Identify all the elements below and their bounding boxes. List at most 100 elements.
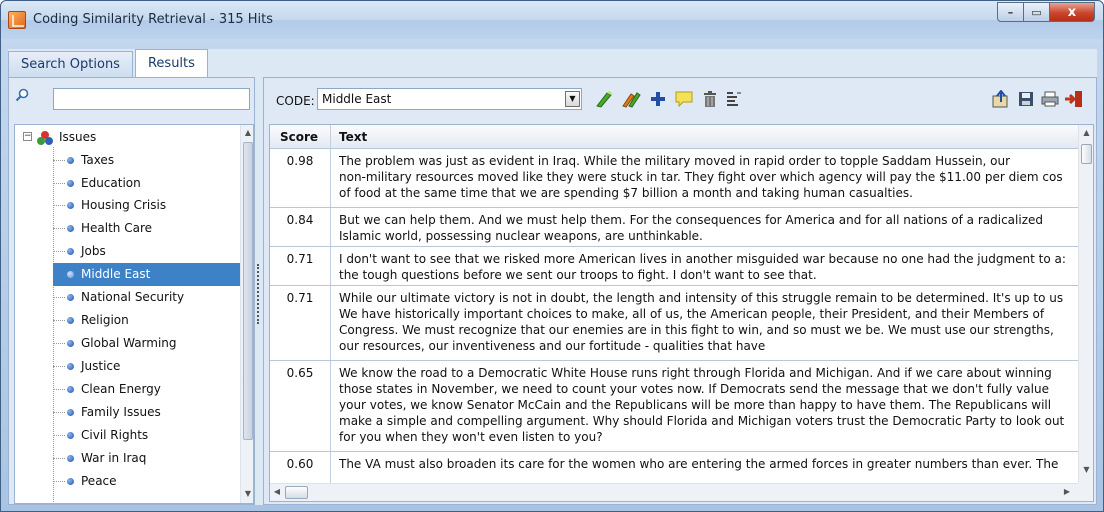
text-cell: The VA must also broaden its care for th… [339,456,1078,472]
text-line: The problem was just as evident in Iraq.… [339,154,1011,168]
tree-item-selected[interactable]: Middle East [53,263,243,286]
text-line: Islamic world, possessing nuclear weapon… [339,229,703,243]
column-header-score[interactable]: Score [280,130,318,144]
code-icon [67,409,74,416]
text-cell: I don't want to see that we risked more … [339,251,1078,283]
table-row[interactable]: 0.98 The problem was just as evident in … [270,149,1078,208]
results-toolbar: CODE: Middle East ▼ [264,78,1096,120]
maximize-icon: ▭ [1031,5,1042,19]
tree-item-label: Justice [81,359,121,373]
list-icon[interactable] [724,89,744,109]
tree-item[interactable]: Civil Rights [15,424,243,447]
tree-item[interactable]: Health Care [15,217,243,240]
title-bar[interactable]: Coding Similarity Retrieval - 315 Hits –… [1,1,1103,39]
horizontal-scroll-thumb[interactable] [285,486,308,499]
tree-item-label: Clean Energy [81,382,161,396]
close-button[interactable]: x [1050,2,1095,22]
text-line: I don't want to see that we risked more … [339,252,1066,266]
maximize-button[interactable]: ▭ [1024,2,1050,22]
tab-results[interactable]: Results [134,49,208,77]
close-icon: x [1067,4,1077,20]
code-icon [67,202,74,209]
table-row[interactable]: 0.84 But we can help them. And we must h… [270,208,1078,247]
tree-item[interactable]: War in Iraq [15,447,243,470]
window-controls: – ▭ x [997,2,1095,22]
tree-scrollbar[interactable]: ▲ ▼ [240,125,253,503]
tree-item[interactable]: Justice [15,355,243,378]
tree-item[interactable]: National Security [15,286,243,309]
scroll-left-icon[interactable]: ◀ [272,487,282,496]
column-header-text[interactable]: Text [339,130,367,144]
code-icon [67,317,74,324]
tree-root-issues[interactable]: − Issues [15,126,235,149]
tree-item[interactable]: Clean Energy [15,378,243,401]
code-icon [67,363,74,370]
tree-item[interactable]: Taxes [15,149,243,172]
score-cell: 0.71 [286,252,314,266]
scroll-down-icon[interactable]: ▼ [1079,465,1093,474]
tree-item-label: Religion [81,313,129,327]
window-title: Coding Similarity Retrieval - 315 Hits [33,12,274,27]
print-icon[interactable] [1040,89,1060,109]
results-horizontal-scrollbar[interactable]: ◀ ▶ [270,483,1078,501]
text-cell: While our ultimate victory is not in dou… [339,290,1078,354]
code-label: CODE: [276,94,315,108]
table-row[interactable]: 0.71 I don't want to see that we risked … [270,247,1078,286]
minimize-button[interactable]: – [997,2,1024,22]
code-icon [67,157,74,164]
tree-item[interactable]: Housing Crisis [15,194,243,217]
save-icon[interactable] [1016,89,1036,109]
collapse-icon[interactable]: − [23,132,32,141]
exit-icon[interactable] [1064,89,1084,109]
tree-item-label: National Security [81,290,185,304]
table-row[interactable]: 0.65 We know the road to a Democratic Wh… [270,361,1078,452]
memo-icon[interactable] [674,89,694,109]
text-line: your votes, we know Senator McCain and t… [339,398,1052,412]
code-icon [67,478,74,485]
add-icon[interactable] [648,89,668,109]
export-icon[interactable] [991,89,1011,109]
tree-item-label: Taxes [81,153,115,167]
text-line: We know the road to a Democratic White H… [339,366,1052,380]
score-cell: 0.71 [286,291,314,305]
scroll-up-icon[interactable]: ▲ [1079,128,1093,137]
text-cell: But we can help them. And we must help t… [339,212,1078,244]
panel-splitter[interactable] [257,264,261,324]
code-orange-icon[interactable] [621,89,641,109]
tree-item[interactable]: Family Issues [15,401,243,424]
text-line: Congress. We must recognize that our ene… [339,323,1054,337]
code-icon [67,386,74,393]
tree-item-label: Jobs [81,244,106,258]
tree-item[interactable]: Religion [15,309,243,332]
tree-item[interactable]: Global Warming [15,332,243,355]
tree-item[interactable]: Jobs [15,240,243,263]
code-dropdown[interactable]: Middle East ▼ [317,88,582,110]
tree-item[interactable]: Peace [15,470,243,493]
delete-icon[interactable] [700,89,720,109]
score-cell: 0.98 [286,154,314,168]
scroll-down-icon[interactable]: ▼ [241,489,253,498]
chevron-down-icon[interactable]: ▼ [565,91,580,107]
tree-item-label: Education [81,176,141,190]
tree-search-input[interactable] [53,88,250,110]
vertical-scroll-thumb[interactable] [1081,144,1092,164]
table-row[interactable]: 0.60 The VA must also broaden its care f… [270,452,1078,483]
grid-header: Score Text [270,125,1078,149]
text-cell: The problem was just as evident in Iraq.… [339,153,1078,201]
scroll-right-icon[interactable]: ▶ [1062,487,1072,496]
table-row[interactable]: 0.71 While our ultimate victory is not i… [270,286,1078,361]
tree-scroll-thumb[interactable] [243,142,253,440]
code-green-icon[interactable] [594,89,614,109]
score-cell: 0.65 [286,366,314,380]
tree-item[interactable]: Education [15,172,243,195]
client-area: Search Options Results − Issues Taxes Ed… [8,49,1097,505]
tab-search-options[interactable]: Search Options [8,51,133,77]
results-vertical-scrollbar[interactable]: ▲ ▼ [1078,125,1093,483]
score-cell: 0.60 [286,457,314,471]
code-dropdown-value: Middle East [322,92,392,106]
tree-item-label: Family Issues [81,405,161,419]
scroll-up-icon[interactable]: ▲ [241,128,253,137]
text-line: But we can help them. And we must help t… [339,213,1043,227]
search-icon[interactable] [15,88,29,102]
code-icon [67,180,74,187]
